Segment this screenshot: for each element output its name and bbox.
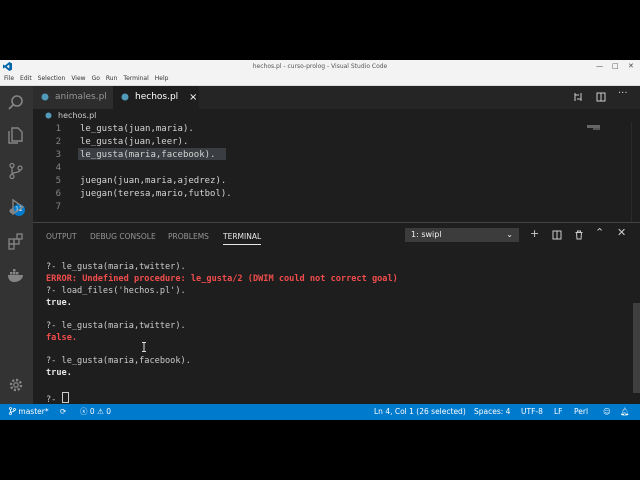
menu-edit[interactable]: Edit bbox=[20, 75, 32, 82]
split-terminal-icon[interactable] bbox=[552, 230, 562, 240]
editor-scrollbar[interactable] bbox=[631, 122, 640, 222]
problems-status[interactable]: ⓧ 0 ⚠ 0 bbox=[80, 404, 111, 420]
menu-run[interactable]: Run bbox=[106, 75, 118, 82]
line-number: 2 bbox=[55, 137, 61, 147]
line-number: 1 bbox=[55, 124, 61, 134]
code-line[interactable]: juegan(juan,maria,ajedrez). bbox=[80, 176, 226, 186]
terminal-error-line: ERROR: Undefined procedure: le_gusta/2 (… bbox=[46, 274, 398, 284]
terminal-scrollbar[interactable] bbox=[633, 303, 640, 393]
more-actions-icon[interactable]: ··· bbox=[618, 88, 628, 99]
code-editor[interactable]: 1 le_gusta(juan,maria). 2 le_gusta(juan,… bbox=[33, 122, 640, 222]
trash-icon[interactable] bbox=[574, 230, 584, 240]
terminal-line: ?- le_gusta(maria,twitter). bbox=[46, 321, 186, 331]
cursor-position[interactable]: Ln 4, Col 1 (26 selected) bbox=[374, 404, 466, 420]
notifications-bell-icon[interactable]: 🔔︎ bbox=[620, 404, 630, 420]
code-line[interactable]: le_gusta(juan,leer). bbox=[80, 137, 188, 147]
minimize-icon[interactable]: — bbox=[596, 60, 603, 73]
perl-file-icon bbox=[41, 93, 49, 101]
code-line[interactable]: le_gusta(maria,facebook). bbox=[80, 150, 215, 160]
eol-status[interactable]: LF bbox=[554, 404, 563, 420]
activity-bar: 12 bbox=[0, 86, 33, 404]
search-icon[interactable] bbox=[7, 94, 25, 112]
terminal-line: ?- le_gusta(maria,twitter). bbox=[46, 262, 186, 272]
settings-gear-icon[interactable] bbox=[7, 376, 25, 394]
terminal-line: ?- le_gusta(maria,facebook). bbox=[46, 356, 191, 366]
minimap-line bbox=[593, 128, 600, 130]
terminal-result-line: false. bbox=[46, 333, 78, 343]
split-editor-icon[interactable] bbox=[596, 92, 606, 102]
line-number: 7 bbox=[55, 202, 61, 212]
tab-hechos[interactable]: hechos.pl × bbox=[113, 86, 199, 109]
maximize-panel-icon[interactable]: ⌃ bbox=[595, 226, 604, 239]
editor-tabs: animales.pl hechos.pl × bbox=[33, 86, 640, 109]
branch-status[interactable]: master* bbox=[9, 404, 49, 420]
warning-icon: ⚠ bbox=[97, 407, 104, 416]
terminal-result-line: true. bbox=[46, 368, 72, 378]
extensions-icon[interactable] bbox=[7, 232, 25, 250]
terminal-cursor bbox=[61, 392, 69, 403]
perl-file-icon bbox=[121, 93, 129, 101]
compare-changes-icon[interactable] bbox=[573, 92, 583, 102]
explorer-icon[interactable] bbox=[7, 126, 25, 144]
menu-file[interactable]: File bbox=[4, 75, 14, 82]
close-window-icon[interactable]: ✕ bbox=[628, 60, 634, 73]
line-number: 6 bbox=[55, 189, 61, 199]
chevron-down-icon: ⌄ bbox=[506, 230, 513, 239]
tab-label: animales.pl bbox=[55, 92, 107, 102]
mouse-ibeam-cursor-icon bbox=[142, 342, 146, 352]
close-panel-icon[interactable]: ✕ bbox=[617, 226, 626, 239]
menu-go[interactable]: Go bbox=[92, 75, 100, 82]
vscode-window: hechos.pl - curso-prolog - Visual Studio… bbox=[0, 60, 640, 420]
indentation-status[interactable]: Spaces: 4 bbox=[474, 404, 510, 420]
terminal-select[interactable]: 1: swipl ⌄ bbox=[405, 228, 519, 242]
window-title: hechos.pl - curso-prolog - Visual Studio… bbox=[252, 63, 388, 70]
terminal-result-line: true. bbox=[46, 298, 72, 308]
tab-output[interactable]: OUTPUT bbox=[46, 232, 77, 241]
bottom-panel: OUTPUT DEBUG CONSOLE PROBLEMS TERMINAL 1… bbox=[33, 222, 640, 405]
sync-icon[interactable]: ⟳ bbox=[60, 404, 66, 420]
perl-file-icon bbox=[45, 112, 52, 119]
line-number: 4 bbox=[55, 163, 61, 173]
title-bar: hechos.pl - curso-prolog - Visual Studio… bbox=[0, 60, 640, 73]
tab-label: hechos.pl bbox=[135, 92, 179, 102]
tab-debug-console[interactable]: DEBUG CONSOLE bbox=[90, 232, 156, 241]
breadcrumb-file[interactable]: hechos.pl bbox=[58, 109, 96, 122]
run-debug-icon[interactable] bbox=[7, 198, 25, 216]
tab-terminal[interactable]: TERMINAL bbox=[223, 232, 262, 245]
status-bar: master* ⟳ ⓧ 0 ⚠ 0 Ln 4, Col 1 (26 select… bbox=[0, 404, 640, 420]
menu-selection[interactable]: Selection bbox=[38, 75, 66, 82]
code-line[interactable]: le_gusta(juan,maria). bbox=[80, 124, 194, 134]
encoding-status[interactable]: UTF-8 bbox=[521, 404, 543, 420]
menu-bar: File Edit Selection View Go Run Terminal Help bbox=[0, 73, 640, 86]
tab-problems[interactable]: PROBLEMS bbox=[168, 232, 209, 241]
tab-close-icon[interactable]: × bbox=[189, 86, 197, 109]
code-line[interactable]: juegan(teresa,mario,futbol). bbox=[80, 189, 232, 199]
error-icon: ⓧ bbox=[80, 407, 88, 416]
maximize-icon[interactable]: □ bbox=[612, 60, 619, 73]
line-number: 5 bbox=[55, 176, 61, 186]
menu-view[interactable]: View bbox=[71, 75, 85, 82]
language-mode[interactable]: Perl bbox=[574, 404, 588, 420]
menu-terminal[interactable]: Terminal bbox=[123, 75, 148, 82]
tab-animales[interactable]: animales.pl bbox=[33, 86, 113, 109]
docker-icon[interactable] bbox=[7, 266, 25, 284]
git-branch-icon bbox=[9, 407, 16, 415]
new-terminal-icon[interactable]: + bbox=[530, 227, 539, 240]
terminal-line: ?- load_files('hechos.pl'). bbox=[46, 286, 186, 296]
source-control-icon[interactable] bbox=[7, 162, 25, 180]
menu-help[interactable]: Help bbox=[155, 75, 169, 82]
feedback-icon[interactable]: ☺ bbox=[603, 404, 611, 420]
line-number: 3 bbox=[55, 150, 61, 160]
